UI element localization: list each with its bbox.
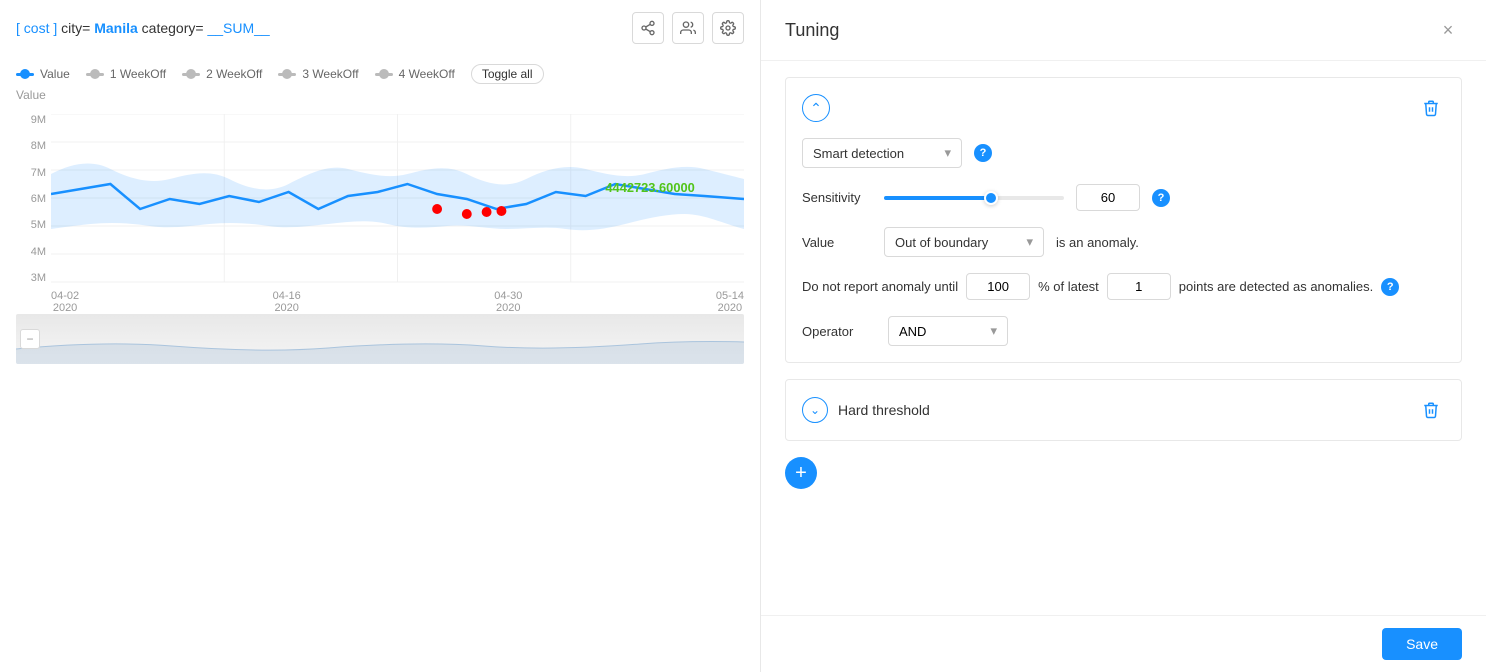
operator-value: AND (899, 324, 926, 339)
report-percent-input[interactable]: 100 (966, 273, 1030, 300)
chart-icons (632, 12, 744, 44)
hard-threshold-header: ⌄ Hard threshold (802, 396, 1445, 424)
delete-hard-threshold-button[interactable] (1417, 396, 1445, 424)
hard-threshold-collapse-btn[interactable]: ⌄ (802, 397, 828, 423)
report-suffix: points are detected as anomalies. (1179, 279, 1373, 294)
detection-method-row: Smart detection ▾ ? (802, 138, 1445, 168)
chart-legend: Value 1 WeekOff 2 WeekOff 3 WeekOff 4 We… (0, 56, 760, 84)
legend-3weekoff-label: 3 WeekOff (302, 67, 358, 81)
sum-value: __SUM__ (207, 20, 269, 36)
users-icon-btn[interactable] (672, 12, 704, 44)
report-percent-label: % of latest (1038, 279, 1099, 294)
operator-row: Operator AND ▾ (802, 316, 1445, 346)
chevron-up-icon: ⌃ (810, 100, 822, 117)
detection-chevron-icon: ▾ (944, 145, 951, 161)
legend-1weekoff: 1 WeekOff (86, 67, 166, 81)
save-button[interactable]: Save (1382, 628, 1462, 660)
operator-select[interactable]: AND ▾ (888, 316, 1008, 346)
tuning-title: Tuning (785, 20, 839, 41)
operator-label: Operator (802, 324, 872, 339)
sensitivity-label: Sensitivity (802, 190, 872, 205)
settings-icon-btn[interactable] (712, 12, 744, 44)
anomaly-row: Value Out of boundary ▾ is an anomaly. (802, 227, 1445, 257)
chart-minimap: − (16, 314, 744, 364)
category-label-text: category= (142, 20, 204, 36)
smart-detection-section: ⌃ Smart detection ▾ ? Sensitivity (785, 77, 1462, 363)
sensitivity-input[interactable]: 60 (1076, 184, 1140, 211)
sensitivity-help-icon[interactable]: ? (1152, 189, 1170, 207)
legend-1weekoff-label: 1 WeekOff (110, 67, 166, 81)
x-label-0430: 04-302020 (494, 290, 522, 314)
x-label-0416: 04-162020 (273, 290, 301, 314)
chart-header: [ cost ] city= Manila category= __SUM__ (0, 0, 760, 56)
tuning-body: ⌃ Smart detection ▾ ? Sensitivity (761, 61, 1486, 615)
out-of-boundary-label: Out of boundary (895, 235, 988, 250)
legend-4weekoff: 4 WeekOff (375, 67, 455, 81)
boundary-chevron-icon: ▾ (1026, 234, 1033, 250)
city-label: city= (61, 20, 90, 36)
toggle-all-button[interactable]: Toggle all (471, 64, 544, 84)
title-prefix: [ cost ] (16, 20, 57, 36)
legend-value-label: Value (40, 67, 70, 81)
report-help-icon[interactable]: ? (1381, 278, 1399, 296)
x-label-0514: 05-142020 (716, 290, 744, 314)
report-prefix: Do not report anomaly until (802, 279, 958, 294)
tuning-footer: Save (761, 615, 1486, 672)
svg-text:4442723.60000: 4442723.60000 (605, 180, 694, 195)
tuning-header: Tuning × (761, 0, 1486, 61)
close-button[interactable]: × (1434, 16, 1462, 44)
legend-value: Value (16, 67, 70, 81)
chart-title: [ cost ] city= Manila category= __SUM__ (16, 20, 270, 36)
hard-threshold-label: Hard threshold (838, 402, 930, 418)
report-row: Do not report anomaly until 100 % of lat… (802, 273, 1445, 300)
out-of-boundary-select[interactable]: Out of boundary ▾ (884, 227, 1044, 257)
is-anomaly-text: is an anomaly. (1056, 235, 1139, 250)
sensitivity-slider[interactable] (884, 196, 1064, 200)
legend-4weekoff-label: 4 WeekOff (399, 67, 455, 81)
report-points-input[interactable]: 1 (1107, 273, 1171, 300)
hard-threshold-left: ⌄ Hard threshold (802, 397, 930, 423)
city-value: Manila (94, 20, 138, 36)
hard-threshold-section: ⌄ Hard threshold (785, 379, 1462, 441)
detection-method-select[interactable]: Smart detection ▾ (802, 138, 962, 168)
operator-chevron-icon: ▾ (990, 323, 997, 339)
tuning-panel: Tuning × ⌃ Smart detection ▾ (760, 0, 1486, 672)
chevron-down-icon: ⌄ (810, 403, 820, 417)
delete-detection-button[interactable] (1417, 94, 1445, 122)
legend-2weekoff: 2 WeekOff (182, 67, 262, 81)
y-axis-labels: 9M 8M 7M 6M 5M 4M 3M (16, 114, 46, 284)
chart-panel: [ cost ] city= Manila category= __SUM__ (0, 0, 760, 672)
legend-2weekoff-label: 2 WeekOff (206, 67, 262, 81)
legend-3weekoff: 3 WeekOff (278, 67, 358, 81)
x-label-0402: 04-022020 (51, 290, 79, 314)
minimap-collapse-btn[interactable]: − (20, 329, 40, 349)
chart-area: 9M 8M 7M 6M 5M 4M 3M (16, 114, 744, 314)
collapse-button[interactable]: ⌃ (802, 94, 830, 122)
sensitivity-row: Sensitivity 60 ? (802, 184, 1445, 211)
share-icon-btn[interactable] (632, 12, 664, 44)
add-condition-button[interactable]: + (785, 457, 817, 489)
detection-help-icon[interactable]: ? (974, 144, 992, 162)
value-label: Value (802, 235, 872, 250)
detection-method-label: Smart detection (813, 146, 904, 161)
y-axis-title: Value (0, 84, 760, 106)
section-header-row: ⌃ (802, 94, 1445, 122)
x-axis-labels: 04-022020 04-162020 04-302020 05-142020 (51, 290, 744, 314)
chart-svg: 4442723.60000 (51, 114, 744, 284)
